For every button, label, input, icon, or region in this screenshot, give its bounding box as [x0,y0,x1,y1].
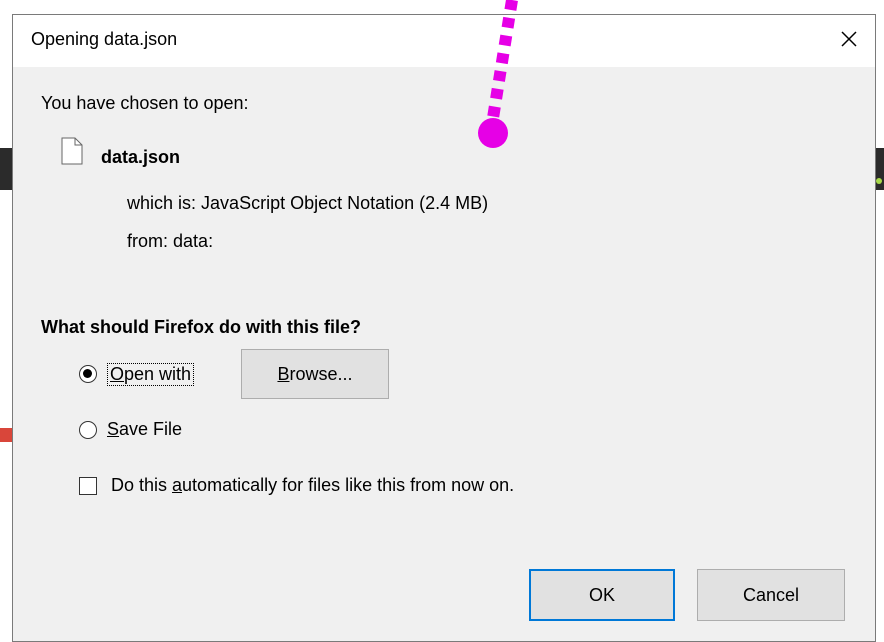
browse-text: rowse... [289,363,353,384]
open-with-text: pen with [124,364,192,384]
background-window-strip [0,0,884,14]
download-dialog: Opening data.json You have chosen to ope… [12,14,876,642]
close-button[interactable] [827,17,871,61]
save-file-text: ave File [119,419,183,439]
from-label: from: [127,231,169,251]
dialog-content: You have chosen to open: data.json which… [13,67,875,641]
auto-mnemonic: a [172,475,183,495]
open-with-label[interactable]: Open with [107,363,195,386]
auto-checkbox[interactable] [79,477,97,495]
file-icon [61,137,83,165]
open-with-radio[interactable] [79,365,97,383]
close-icon [841,31,857,47]
chosen-label: You have chosen to open: [41,93,249,113]
auto-text-rest: utomatically for files like this from no… [182,475,515,495]
auto-label[interactable]: Do this automatically for files like thi… [111,475,514,496]
save-file-mnemonic: S [107,419,120,439]
file-type-value: JavaScript Object Notation (2.4 MB) [201,193,489,213]
action-question: What should Firefox do with this file? [41,317,361,337]
open-with-mnemonic: O [110,364,125,384]
dialog-titlebar: Opening data.json [13,15,875,67]
source-row: from: data: [127,231,213,252]
background-indicator-dot [876,178,882,184]
browse-button[interactable]: Browse... [241,349,389,399]
save-file-label[interactable]: Save File [107,419,182,440]
file-type-row: which is: JavaScript Object Notation (2.… [127,193,488,214]
file-name: data.json [101,147,181,167]
auto-text-before: Do this [111,475,173,495]
ok-button[interactable]: OK [529,569,675,621]
cancel-button[interactable]: Cancel [697,569,845,621]
browse-mnemonic: B [277,363,290,384]
background-accent [0,428,12,442]
save-file-radio[interactable] [79,421,97,439]
which-is-label: which is: [127,193,197,213]
background-toolbar-left [0,148,12,190]
from-value: data: [173,231,214,251]
dialog-title: Opening data.json [31,29,178,49]
